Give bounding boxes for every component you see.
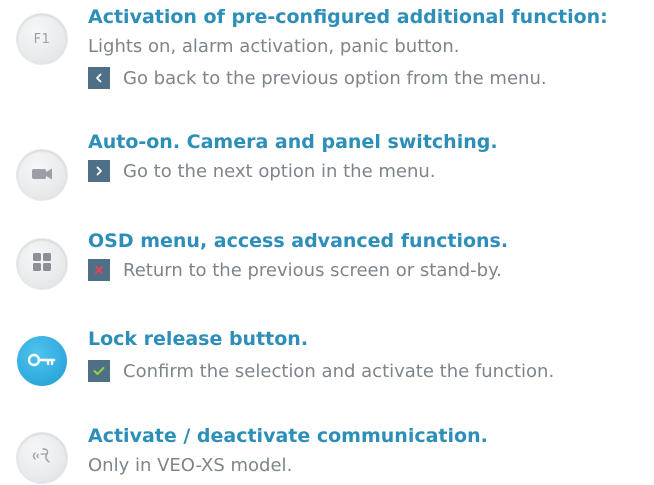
- close-icon[interactable]: [88, 259, 110, 281]
- lock-heading: Lock release button.: [88, 328, 309, 350]
- menu-grid-icon: [32, 252, 52, 276]
- communication-description: Only in VEO-XS model.: [88, 455, 293, 476]
- menu-heading: OSD menu, access advanced functions.: [88, 230, 509, 252]
- chevron-right-icon[interactable]: [88, 160, 110, 182]
- nav-text-next: Go to the next option in the menu.: [123, 160, 436, 182]
- chevron-left-icon[interactable]: [88, 67, 110, 89]
- nav-row-next: Go to the next option in the menu.: [88, 160, 436, 182]
- camera-icon: [31, 166, 53, 185]
- camera-heading: Auto-on. Camera and panel switching.: [88, 131, 498, 153]
- communication-button[interactable]: [17, 433, 67, 483]
- check-icon[interactable]: [88, 360, 110, 382]
- nav-text-back: Go back to the previous option from the …: [123, 67, 547, 89]
- camera-button[interactable]: [17, 150, 67, 200]
- communication-heading: Activate / deactivate communication.: [88, 425, 488, 447]
- f1-description: Lights on, alarm activation, panic butto…: [88, 36, 460, 57]
- nav-row-back: Go back to the previous option from the …: [88, 67, 547, 89]
- nav-row-confirm: Confirm the selection and activate the f…: [88, 360, 554, 382]
- menu-button[interactable]: [17, 239, 67, 289]
- f1-button[interactable]: F1: [17, 14, 67, 64]
- nav-text-confirm: Confirm the selection and activate the f…: [123, 360, 555, 382]
- f1-heading: Activation of pre-configured additional …: [88, 6, 608, 28]
- communication-icon: [29, 446, 55, 470]
- f1-icon: F1: [33, 31, 51, 47]
- nav-row-return: Return to the previous screen or stand-b…: [88, 259, 502, 281]
- nav-text-return: Return to the previous screen or stand-b…: [123, 259, 502, 281]
- key-icon: [27, 352, 56, 371]
- lock-release-button[interactable]: [17, 336, 67, 386]
